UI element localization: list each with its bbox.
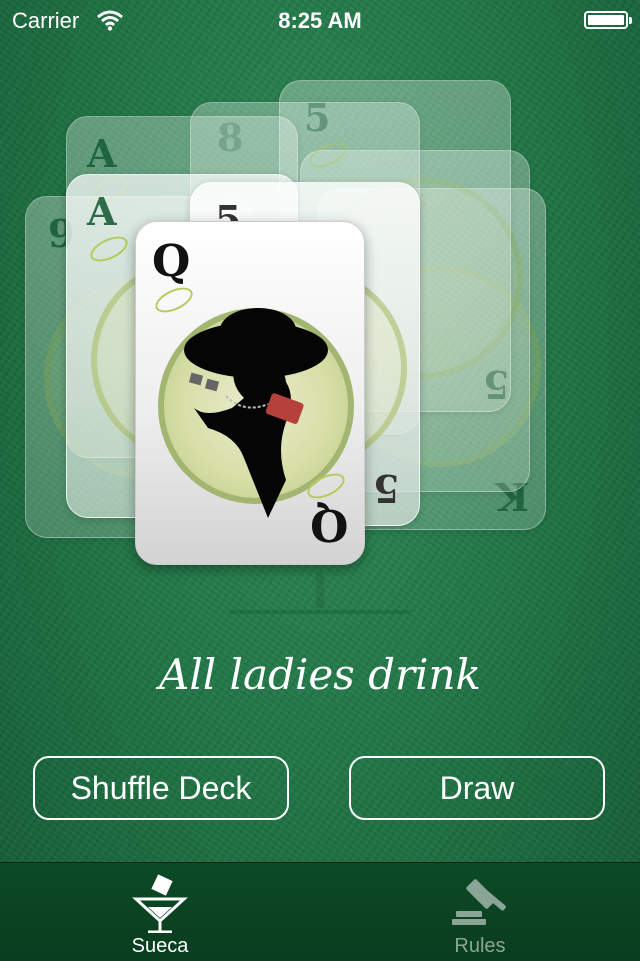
tab-label: Rules [454,935,506,957]
cocktail-glass-icon [132,874,188,933]
tab-label: Sueca [131,935,189,957]
card-rank: A [87,131,117,176]
clock: 8:25 AM [278,8,362,33]
draw-button[interactable]: Draw [349,756,605,820]
battery-icon [584,11,632,29]
gavel-icon [452,879,506,925]
card-rank-bottom: Q [309,499,348,550]
lemon-icon [86,231,132,267]
current-card: Q Q [135,221,365,565]
tab-bar: Sueca Rules [0,862,640,961]
tab-rules[interactable]: Rules [320,863,640,961]
shuffle-deck-button[interactable]: Shuffle Deck [33,756,289,820]
card-rank: 5 [372,466,399,511]
status-bar: Carrier 8:25 AM [0,0,640,40]
card-rule-text: All ladies drink [159,650,481,699]
tab-sueca[interactable]: Sueca [0,863,320,961]
card-stand [228,572,412,614]
card-rank: A [87,189,117,234]
